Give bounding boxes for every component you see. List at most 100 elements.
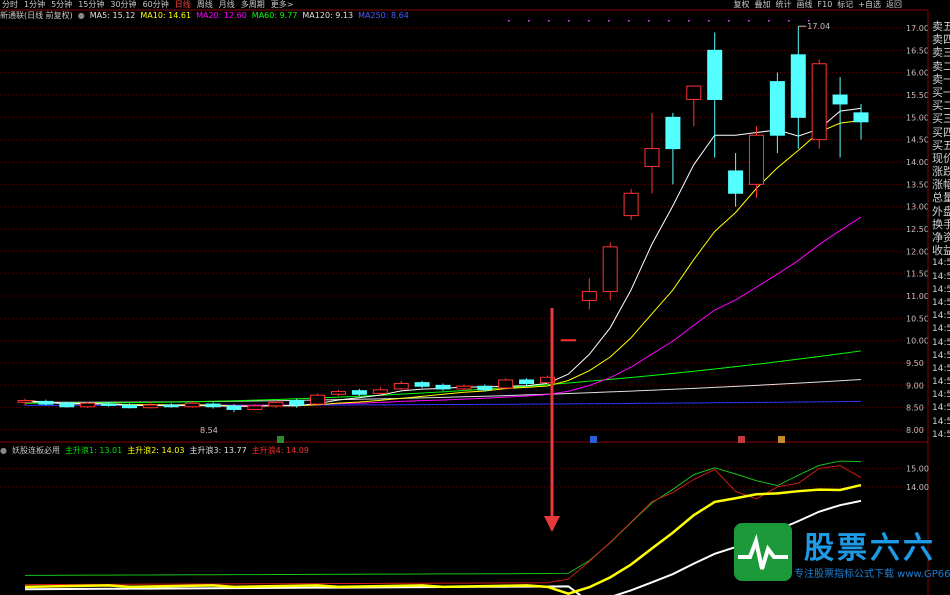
candle-body-7	[163, 404, 179, 408]
candle-body-29	[623, 192, 639, 217]
orderbook-label-14: 外盘	[932, 204, 950, 218]
event-marker-icon-0	[277, 436, 284, 443]
price-tick-6: 14.00	[906, 158, 929, 167]
candle-body-22	[477, 385, 493, 391]
candle-body-14	[310, 394, 326, 405]
watermark: 股票六六 专注股票指标公式下载 www.GP66.CN	[732, 521, 950, 591]
tick-time-12: 14:5	[932, 416, 950, 427]
dot-marker	[648, 20, 650, 22]
candle-body-37	[790, 54, 806, 118]
price-tick-11: 11.50	[906, 270, 929, 279]
candle-body-11	[247, 405, 263, 410]
candle-body-6	[142, 404, 158, 409]
candle-body-12	[268, 401, 284, 407]
ma20-line	[24, 216, 862, 406]
dot-marker	[628, 20, 630, 22]
price-tick-15: 9.50	[906, 359, 924, 368]
price-tick-1: 16.50	[906, 46, 929, 55]
dot-marker	[808, 20, 810, 22]
logo-icon	[734, 523, 792, 581]
candle-body-24	[519, 379, 535, 385]
tick-time-11: 14:5	[932, 403, 950, 414]
dot-marker	[708, 20, 710, 22]
tick-time-7: 14:5	[932, 350, 950, 361]
orderbook-label-0: 卖五	[932, 20, 950, 33]
price-tick-4: 15.00	[906, 113, 929, 122]
candle-body-1	[38, 400, 54, 405]
candle-body-18	[393, 383, 409, 390]
orderbook-label-15: 换手	[932, 217, 950, 231]
price-tick-9: 12.50	[906, 225, 929, 234]
orderbook-label-5: 买一	[932, 85, 950, 99]
dot-marker	[588, 20, 590, 22]
price-tick-10: 12.00	[906, 247, 929, 256]
candle-body-34	[728, 170, 744, 194]
price-tick-0: 17.00	[906, 24, 929, 33]
candle-body-33	[707, 49, 723, 100]
candle-body-38	[811, 63, 827, 141]
kline-chart[interactable]: 17.00 16.50 16.00 15.50 15.00 14.50 14.00 13.50…	[0, 0, 950, 595]
high-label: 17.04	[807, 22, 830, 31]
dot-marker	[608, 20, 610, 22]
candle-body-19	[414, 382, 430, 387]
orderbook-label-4: 卖一	[932, 72, 950, 86]
dot-marker	[508, 20, 510, 22]
price-tick-16: 9.00	[906, 381, 924, 390]
tick-time-9: 14:5	[932, 377, 950, 388]
event-marker-icon-3	[778, 436, 785, 443]
price-tick-7: 13.50	[906, 180, 929, 189]
orderbook-label-8: 买四	[932, 125, 950, 139]
orderbook-label-7: 买三	[932, 112, 950, 126]
candle-body-27	[581, 291, 597, 301]
dot-marker	[568, 20, 570, 22]
sub-tick-0: 15.00	[906, 464, 929, 473]
orderbook-label-11: 涨跌	[932, 165, 950, 179]
price-tick-17: 8.50	[906, 404, 924, 413]
orderbook-label-2: 卖三	[932, 46, 950, 60]
candle-body-20	[435, 384, 451, 390]
candle-body-21	[456, 385, 472, 390]
price-tick-2: 16.00	[906, 69, 929, 78]
candle-body-23	[498, 379, 514, 389]
price-tick-18: 8.00	[906, 426, 924, 435]
orderbook-label-10: 现价	[932, 151, 950, 165]
event-marker-icon-1	[590, 436, 597, 443]
candle-body-40	[853, 112, 869, 123]
sub-tick-1: 14.00	[906, 483, 929, 492]
dot-marker	[728, 20, 730, 22]
tick-time-1: 14:5	[932, 271, 950, 282]
watermark-sub: 专注股票指标公式下载 www.GP66.CN	[794, 569, 950, 580]
orderbook-label-6: 买二	[932, 99, 950, 113]
low-label: 8.54	[200, 426, 218, 435]
candle-body-30	[644, 148, 660, 167]
dot-marker	[528, 20, 530, 22]
candle-body-8	[184, 402, 200, 408]
price-tick-8: 13.00	[906, 203, 929, 212]
arrow-head-icon	[544, 516, 560, 532]
tick-time-0: 14:5	[932, 258, 950, 269]
candle-body-35	[749, 134, 764, 185]
candle-body-39	[832, 94, 848, 105]
ma120-line	[24, 379, 862, 403]
candle-body-3	[80, 402, 96, 408]
tick-time-10: 14:5	[932, 390, 950, 401]
candle-body-17	[372, 389, 388, 394]
orderbook-label-3: 卖二	[932, 59, 950, 73]
price-tick-12: 11.00	[906, 292, 929, 301]
candle-body-10	[226, 405, 242, 410]
candle-body-36	[769, 81, 785, 136]
candle-body-28	[602, 246, 618, 293]
tick-time-8: 14:5	[932, 363, 950, 374]
candle-body-32	[686, 85, 702, 100]
orderbook-label-16: 净资	[932, 231, 950, 244]
price-tick-13: 10.50	[906, 314, 929, 323]
tick-time-3: 14:5	[932, 297, 950, 308]
price-tick-5: 14.50	[906, 136, 929, 145]
tick-time-2: 14:5	[932, 284, 950, 295]
tick-time-6: 14:5	[932, 337, 950, 348]
watermark-brand: 股票六六	[804, 531, 936, 566]
dot-marker	[688, 20, 690, 22]
orderbook-label-1: 卖四	[932, 33, 950, 47]
candle-body-4	[101, 403, 117, 406]
tick-time-13: 14:5	[932, 429, 950, 440]
